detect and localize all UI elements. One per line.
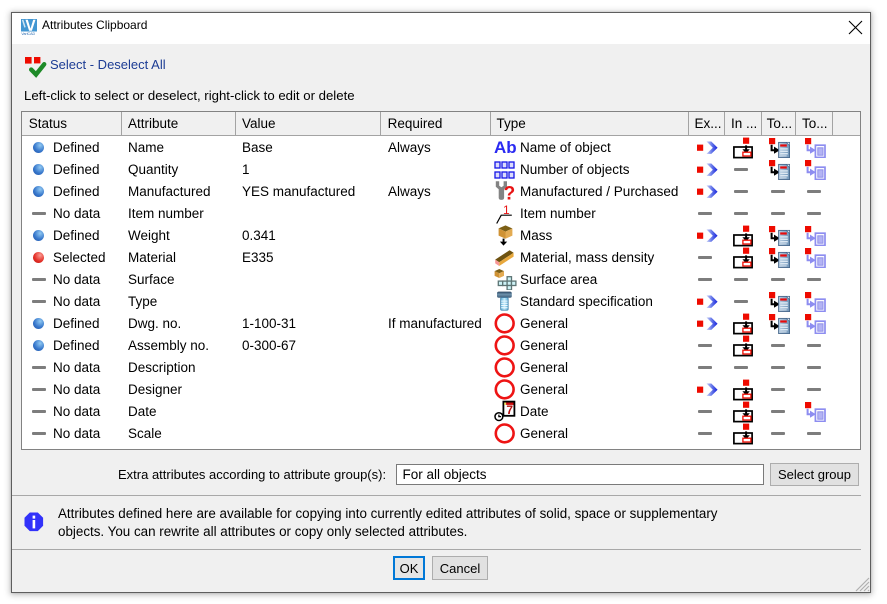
- svg-text:7: 7: [506, 403, 513, 417]
- svg-text:1: 1: [503, 203, 510, 217]
- svg-text:VariCAD: VariCAD: [21, 32, 35, 35]
- svg-text:?: ?: [504, 183, 516, 202]
